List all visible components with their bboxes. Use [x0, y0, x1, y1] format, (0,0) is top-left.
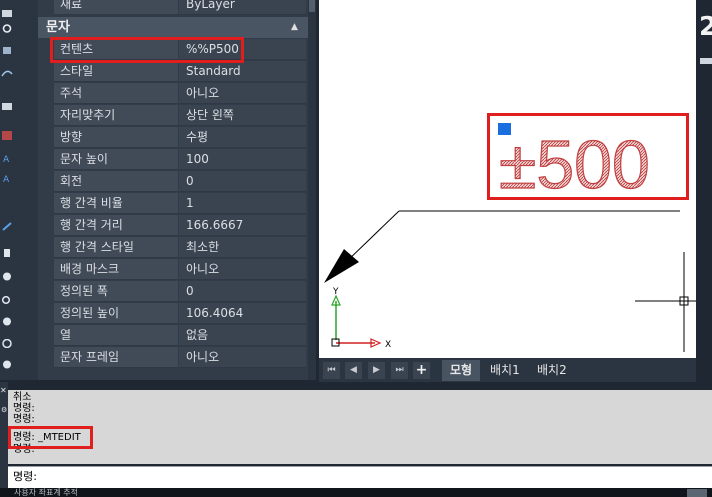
- status-bar: [0, 488, 712, 497]
- property-value[interactable]: 100: [179, 149, 306, 170]
- target-icon[interactable]: [1, 354, 13, 369]
- right-edge-icon[interactable]: [700, 58, 712, 64]
- hand-icon[interactable]: [1, 242, 13, 257]
- svg-text:A: A: [3, 155, 10, 163]
- ucs-y-label: Y: [332, 287, 339, 297]
- property-label: 정의된 폭: [54, 281, 178, 302]
- command-prompt: 명령:: [13, 470, 37, 483]
- property-value[interactable]: 166.6667: [179, 215, 306, 236]
- leader-line[interactable]: [324, 210, 680, 283]
- property-value[interactable]: 상단 왼쪽: [179, 105, 306, 126]
- property-label: 방향: [54, 127, 178, 148]
- orbit-icon[interactable]: [1, 333, 13, 349]
- property-value[interactable]: 0: [179, 171, 306, 192]
- property-label: 정의된 높이: [54, 303, 178, 324]
- highlight-contents-row: [50, 37, 244, 63]
- refresh-icon[interactable]: [1, 18, 13, 33]
- ucs-x-label: X: [385, 340, 391, 350]
- property-value[interactable]: 없음: [179, 325, 306, 346]
- property-value[interactable]: 최소한: [179, 237, 306, 258]
- svg-text:A: A: [3, 175, 10, 183]
- property-label: 문자 높이: [54, 149, 178, 170]
- property-label: 배경 마스크: [54, 259, 178, 280]
- property-label: 행 간격 비율: [54, 193, 178, 214]
- property-value-top[interactable]: ByLayer: [179, 0, 306, 15]
- property-value[interactable]: 수평: [179, 127, 306, 148]
- history-line: 명령:: [13, 403, 35, 414]
- history-line: 취소: [13, 392, 32, 403]
- hatch-icon[interactable]: [1, 125, 13, 140]
- curve-icon[interactable]: [1, 62, 13, 77]
- property-value[interactable]: Standard: [179, 61, 306, 82]
- property-label: 회전: [54, 171, 178, 192]
- command-input[interactable]: [8, 466, 712, 488]
- left-toolbar: A A: [0, 0, 15, 380]
- property-label: 주석: [54, 83, 178, 104]
- property-value[interactable]: 1: [179, 193, 306, 214]
- clock-icon[interactable]: [1, 266, 13, 281]
- property-value[interactable]: 아니오: [179, 259, 306, 280]
- prev-layout-button[interactable]: ◀: [345, 362, 362, 379]
- scrollbar-thumb[interactable]: [309, 0, 315, 12]
- ucs-icon: Y X: [331, 287, 391, 350]
- property-value[interactable]: 아니오: [179, 347, 306, 368]
- right-edge-glyph: 2: [699, 12, 712, 42]
- next-layout-button[interactable]: ▶: [368, 362, 385, 379]
- tab-layout2[interactable]: 배치2: [529, 360, 575, 381]
- status-text: 사용자 좌표계 추적: [14, 488, 78, 497]
- property-label-top: 재료: [54, 0, 178, 15]
- command-gutter: [0, 382, 8, 488]
- text-a-icon[interactable]: A: [1, 148, 13, 165]
- property-label: 자리맞추기: [54, 105, 178, 126]
- property-value[interactable]: 106.4064: [179, 303, 306, 324]
- text-a2-icon[interactable]: A: [1, 168, 13, 185]
- last-layout-button[interactable]: ⏭: [391, 362, 408, 379]
- tab-model[interactable]: 모형: [442, 360, 481, 381]
- history-line: 명령:: [13, 414, 35, 425]
- edit-icon[interactable]: [1, 216, 13, 231]
- panel-scrollbar[interactable]: [308, 0, 316, 380]
- layers-icon[interactable]: [1, 311, 13, 326]
- zoom-icon[interactable]: [1, 290, 13, 305]
- section-header-text[interactable]: [38, 17, 308, 38]
- close-icon[interactable]: ✕: [0, 386, 7, 395]
- copy-icon[interactable]: [1, 40, 13, 54]
- collapse-arrow-icon[interactable]: ▲: [291, 17, 298, 38]
- property-value[interactable]: 0: [179, 281, 306, 302]
- command-history: 취소 명령: 명령: 명령: _MTEDIT 명령:: [8, 390, 712, 464]
- highlight-mtedit: [8, 426, 93, 449]
- property-label: 행 간격 거리: [54, 215, 178, 236]
- property-label: 열: [54, 325, 178, 346]
- crosshair-cursor: [635, 252, 696, 352]
- section-title: 문자: [46, 20, 70, 35]
- highlight-mtext: [487, 113, 689, 200]
- toolbar-tool-icon[interactable]: [1, 3, 13, 17]
- property-label: 문자 프레임: [54, 347, 178, 368]
- property-label: 스타일: [54, 61, 178, 82]
- right-edge-strip: 2: [696, 0, 712, 380]
- status-settings-icon[interactable]: [687, 489, 707, 497]
- first-layout-button[interactable]: ⏮: [323, 362, 340, 379]
- property-label: 행 간격 스타일: [54, 237, 178, 258]
- tab-layout1[interactable]: 배치1: [482, 360, 528, 381]
- wrench-icon[interactable]: ⚙: [1, 406, 7, 414]
- select-icon[interactable]: [1, 96, 13, 110]
- property-value[interactable]: 아니오: [179, 83, 306, 104]
- add-layout-button[interactable]: +: [413, 362, 430, 379]
